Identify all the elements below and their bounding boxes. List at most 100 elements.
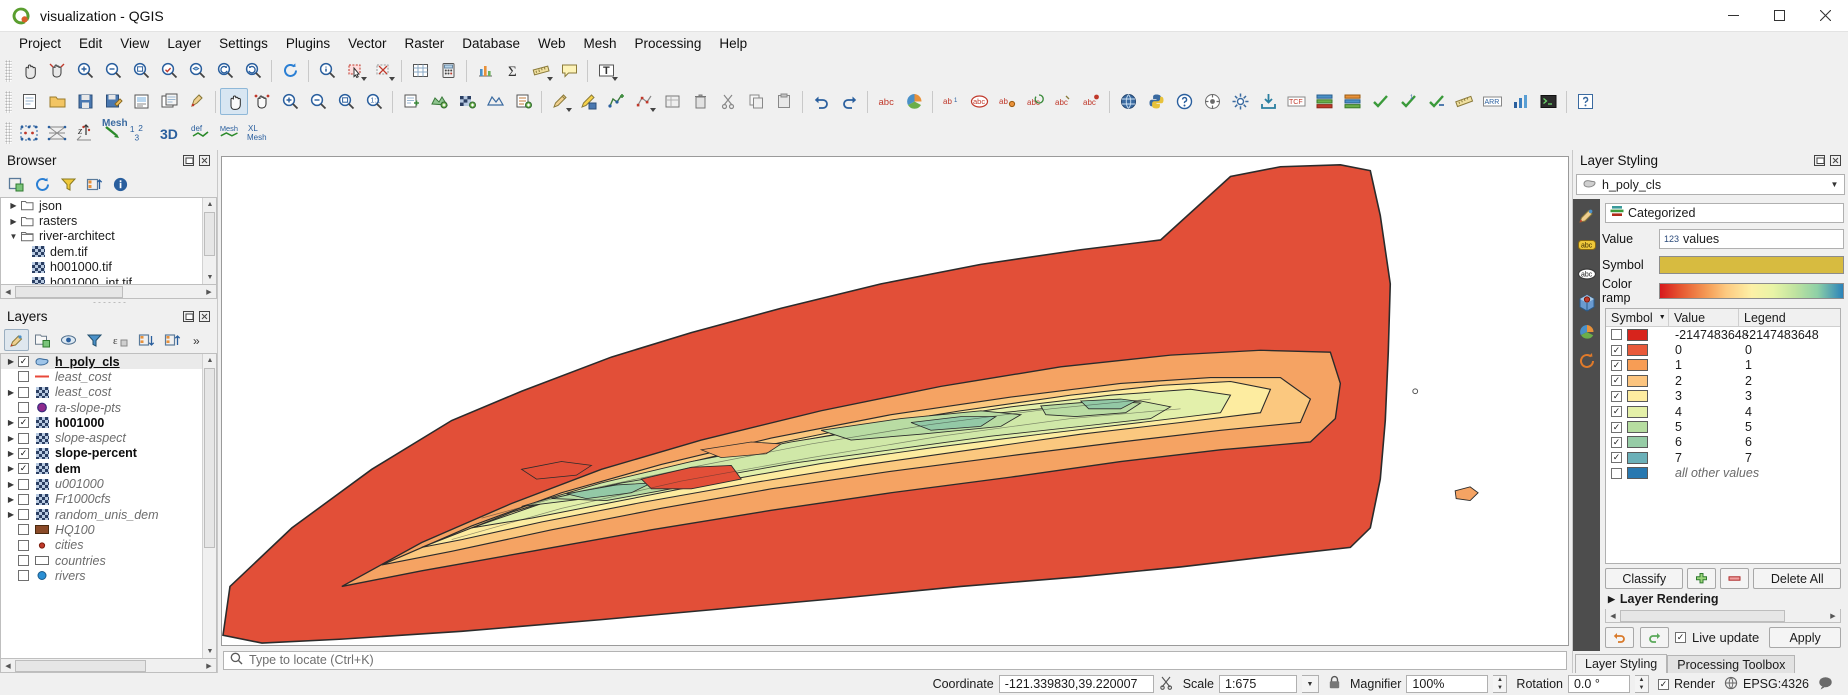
dock-splitter[interactable]	[0, 299, 217, 306]
layout-manager-icon[interactable]	[155, 88, 183, 115]
labels-tab-icon[interactable]: abc	[1575, 232, 1599, 257]
layers-more-icon[interactable]: »	[186, 329, 211, 351]
row-legend[interactable]: 0	[1739, 343, 1840, 357]
mesh-def-icon[interactable]: def	[189, 119, 217, 146]
messages-icon[interactable]	[1818, 676, 1833, 693]
row-legend[interactable]: 7	[1739, 451, 1840, 465]
layer-row-ra-slope-pts[interactable]: ra-slope-pts	[1, 400, 216, 415]
layers-horizontal-scrollbar[interactable]: ◀ ▶	[0, 659, 217, 673]
add-group-icon[interactable]	[30, 329, 55, 351]
layer-visibility-checkbox[interactable]	[18, 432, 29, 444]
tab-processing-toolbox[interactable]: Processing Toolbox	[1667, 655, 1796, 673]
coordinate-input[interactable]: -121.339830,39.220007	[998, 675, 1154, 693]
menu-raster[interactable]: Raster	[395, 34, 453, 53]
python-console-icon[interactable]	[1142, 88, 1170, 115]
style-manager-icon[interactable]	[183, 88, 211, 115]
layer-row-slope-percent[interactable]: ▶ ✓ slope-percent	[1, 446, 216, 461]
history-tab-icon[interactable]	[1575, 348, 1599, 373]
styling-horizontal-scrollbar[interactable]: ◀ ▶	[1605, 609, 1841, 623]
row-checkbox[interactable]: ✓	[1611, 452, 1622, 464]
zoom-full-extent-icon[interactable]	[332, 88, 360, 115]
layer-row-u001000[interactable]: ▶ u001000	[1, 476, 216, 491]
scroll-down-arrow-icon[interactable]: ▼	[203, 271, 216, 284]
row-value[interactable]: 3	[1669, 389, 1739, 403]
scrollbar-thumb[interactable]	[1620, 609, 1785, 622]
row-checkbox[interactable]: ✓	[1611, 359, 1622, 371]
menu-help[interactable]: Help	[710, 34, 756, 53]
row-color-swatch[interactable]	[1627, 405, 1648, 418]
expand-arrow-icon[interactable]: ▶	[4, 480, 18, 489]
row-value[interactable]: 5	[1669, 420, 1739, 434]
rotation-spinner[interactable]: ▲ ▼	[1634, 675, 1649, 693]
check-green-1-icon[interactable]	[1366, 88, 1394, 115]
undo-style-button[interactable]	[1605, 627, 1634, 648]
zoom-out-tool-icon[interactable]	[304, 88, 332, 115]
table-row[interactable]: ✓ 2 2	[1606, 373, 1840, 388]
check-green-3-icon[interactable]	[1422, 88, 1450, 115]
scroll-up-arrow-icon[interactable]: ▲	[203, 354, 216, 367]
add-selected-layers-icon[interactable]	[4, 173, 29, 195]
scrollbar-track[interactable]	[1620, 609, 1826, 622]
cut-features-icon[interactable]	[714, 88, 742, 115]
layer-row-h-poly-cls[interactable]: ▶ ✓ h_poly_cls	[1, 354, 216, 370]
toggle-extents-icon[interactable]	[1159, 675, 1174, 693]
save-layer-edits-icon[interactable]	[574, 88, 602, 115]
add-feature-icon[interactable]	[602, 88, 630, 115]
lock-icon[interactable]	[1328, 675, 1341, 693]
filter-icon[interactable]	[56, 173, 81, 195]
table-row[interactable]: ✓ 4 4	[1606, 404, 1840, 419]
delete-selected-icon[interactable]	[686, 88, 714, 115]
expand-arrow-icon[interactable]: ▶	[4, 449, 18, 458]
label-move-icon[interactable]: ab	[993, 88, 1021, 115]
zoom-in-tool-icon[interactable]	[276, 88, 304, 115]
masks-tab-icon[interactable]: abc	[1575, 261, 1599, 286]
expand-arrow-icon[interactable]: ▶	[7, 201, 20, 210]
zoom-next-icon[interactable]	[239, 57, 267, 84]
browser-close-icon[interactable]	[199, 155, 210, 166]
table-row[interactable]: all other values	[1606, 466, 1840, 481]
row-color-swatch[interactable]	[1627, 374, 1648, 387]
expand-arrow-icon[interactable]: ▶	[4, 495, 18, 504]
menu-mesh[interactable]: Mesh	[575, 34, 626, 53]
refresh-map-icon[interactable]	[276, 57, 304, 84]
row-value[interactable]: 2	[1669, 374, 1739, 388]
paste-features-icon[interactable]	[770, 88, 798, 115]
collapse-all-layers-icon[interactable]	[160, 329, 185, 351]
column-header-value[interactable]: Value	[1669, 309, 1739, 326]
browser-item-json[interactable]: ▶ json	[1, 198, 216, 213]
scroll-up-arrow-icon[interactable]: ▲	[203, 198, 216, 211]
row-checkbox[interactable]: ✓	[1611, 375, 1622, 387]
table-row[interactable]: ✓ 6 6	[1606, 435, 1840, 450]
minimize-button[interactable]	[1710, 0, 1756, 32]
layer-row-slope-aspect[interactable]: ▶ slope-aspect	[1, 430, 216, 445]
scrollbar-thumb[interactable]	[204, 368, 215, 548]
render-checkbox[interactable]: ✓	[1657, 678, 1669, 690]
tab-layer-styling[interactable]: Layer Styling	[1575, 654, 1668, 673]
scroll-left-arrow-icon[interactable]: ◀	[1, 659, 15, 672]
row-checkbox[interactable]: ✓	[1611, 406, 1622, 418]
open-layer-styling-panel-icon[interactable]	[4, 329, 29, 351]
menu-edit[interactable]: Edit	[70, 34, 111, 53]
toolbar-grip[interactable]	[5, 121, 12, 144]
maximize-button[interactable]	[1756, 0, 1802, 32]
row-color-swatch[interactable]	[1627, 390, 1648, 403]
add-category-button[interactable]	[1687, 568, 1717, 589]
properties-info-icon[interactable]	[108, 173, 133, 195]
mesh-z-value-icon[interactable]: z	[71, 119, 99, 146]
collapse-all-icon[interactable]	[82, 173, 107, 195]
label-change-icon[interactable]: abc	[1049, 88, 1077, 115]
zoom-full-icon[interactable]	[127, 57, 155, 84]
layer-visibility-checkbox[interactable]	[18, 478, 29, 490]
row-color-swatch[interactable]	[1627, 451, 1648, 464]
pan-map-tool-icon[interactable]	[220, 88, 248, 115]
arr-icon[interactable]: ARR	[1478, 88, 1506, 115]
terminal-icon[interactable]	[1534, 88, 1562, 115]
browser-item-dem-tif[interactable]: dem.tif	[1, 244, 216, 259]
layer-selector-combo[interactable]: h_poly_cls ▼	[1576, 174, 1845, 195]
refresh-icon[interactable]	[30, 173, 55, 195]
layers-vertical-scrollbar[interactable]: ▲ ▼	[202, 354, 216, 658]
layer-visibility-checkbox[interactable]	[18, 509, 29, 521]
zoom-native-icon[interactable]: 1:1	[360, 88, 388, 115]
collapse-arrow-icon[interactable]: ▼	[7, 232, 20, 241]
layers-tree[interactable]: ▶ ✓ h_poly_cls least_cost ▶ least_cost r…	[0, 353, 217, 659]
